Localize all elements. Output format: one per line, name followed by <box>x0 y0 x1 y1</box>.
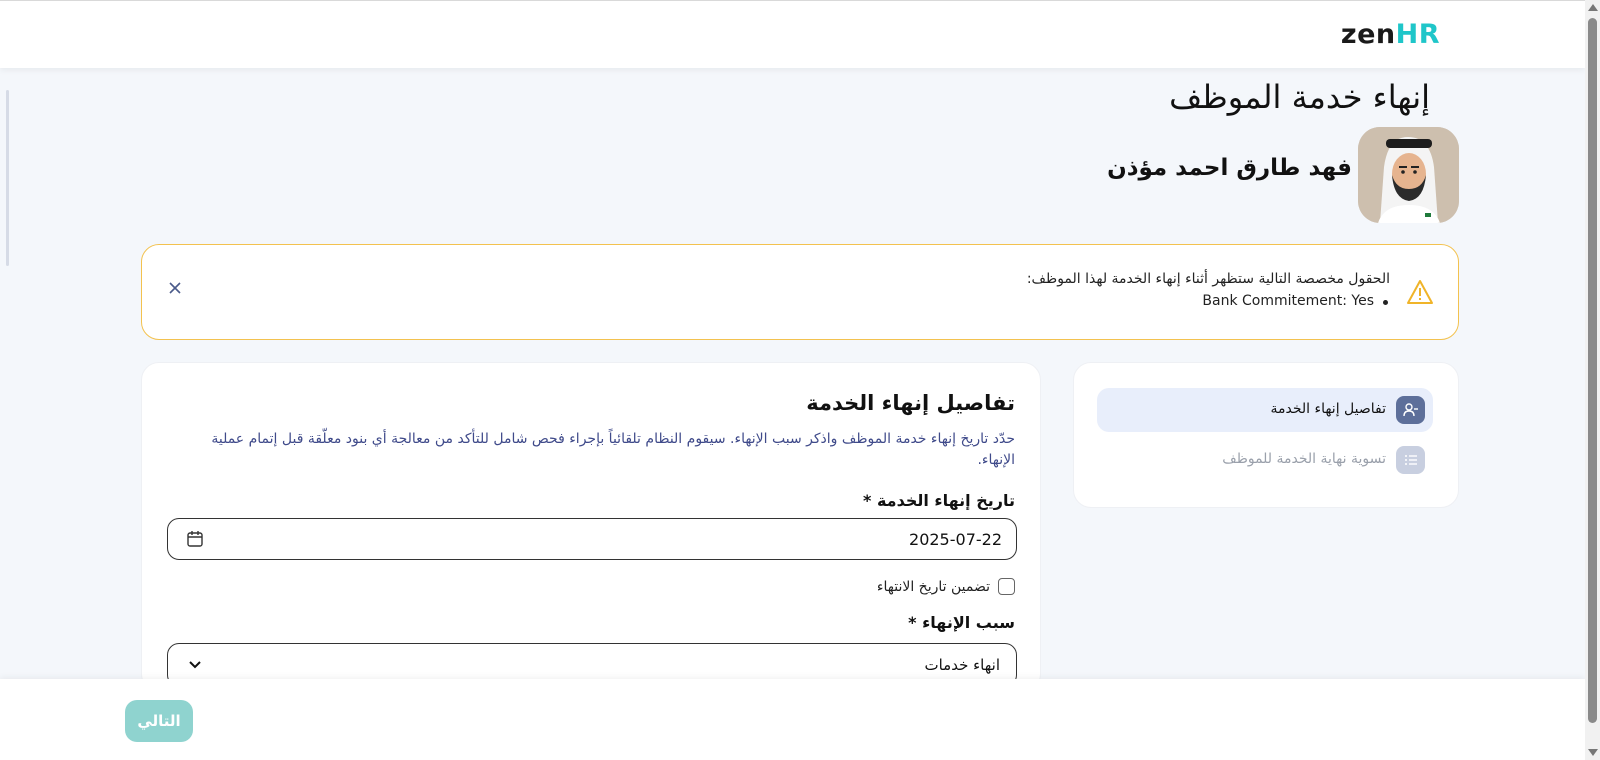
reason-field-label: سبب الإنهاء * <box>908 613 1015 632</box>
reason-value: انهاء خدمات <box>924 656 1000 674</box>
top-header: zenHR <box>0 0 1585 68</box>
termination-form-card: تفاصيل إنهاء الخدمة حدّد تاريخ إنهاء خدم… <box>141 362 1041 692</box>
chevron-down-icon <box>189 661 201 669</box>
alert-list: Bank Commitement: Yes <box>1027 293 1390 309</box>
section-description: حدّد تاريخ إنهاء خدمة الموظف واذكر سبب ا… <box>211 431 1015 468</box>
date-field-label: تاريخ إنهاء الخدمة * <box>863 491 1015 510</box>
step-termination-details[interactable]: تفاصيل إنهاء الخدمة <box>1097 388 1433 432</box>
step-end-of-service-settlement[interactable]: تسوية نهاية الخدمة للموظف <box>1097 438 1433 482</box>
page-title: إنهاء خدمة الموظف <box>1169 78 1430 116</box>
date-label-text: تاريخ إنهاء الخدمة <box>876 491 1015 510</box>
reason-label-text: سبب الإنهاء <box>922 613 1015 632</box>
required-mark: * <box>863 491 872 510</box>
warning-icon <box>1407 280 1433 304</box>
page-scrollbar[interactable] <box>1585 0 1600 760</box>
employee-avatar <box>1358 127 1459 223</box>
required-mark: * <box>908 613 917 632</box>
left-scroll-indicator <box>6 90 9 266</box>
step-label: تسوية نهاية الخدمة للموظف <box>1222 451 1386 467</box>
step-label: تفاصيل إنهاء الخدمة <box>1270 401 1387 417</box>
employee-name: فهد طارق احمد مؤذن <box>1107 155 1352 181</box>
include-end-date-row[interactable]: تضمين تاريخ الانتهاء <box>877 578 1015 595</box>
calendar-icon[interactable] <box>186 530 204 548</box>
custom-fields-alert: الحقول مخصصة التالية ستظهر أثناء إنهاء ا… <box>141 244 1459 340</box>
scrollbar-thumb[interactable] <box>1588 18 1597 723</box>
alert-list-item: Bank Commitement: Yes <box>1027 293 1390 309</box>
termination-date-input[interactable]: 2025-07-22 <box>167 518 1017 560</box>
avatar-illustration <box>1358 127 1459 223</box>
include-end-date-label: تضمين تاريخ الانتهاء <box>876 578 990 595</box>
section-title: تفاصيل إنهاء الخدمة <box>806 391 1015 415</box>
scroll-up-arrow[interactable] <box>1588 4 1598 11</box>
list-icon <box>1396 446 1425 474</box>
scroll-down-arrow[interactable] <box>1588 749 1598 756</box>
alert-message: الحقول مخصصة التالية ستظهر أثناء إنهاء ا… <box>1027 271 1390 309</box>
date-value: 2025-07-22 <box>909 530 1002 549</box>
alert-text: الحقول مخصصة التالية ستظهر أثناء إنهاء ا… <box>1026 271 1390 287</box>
user-minus-icon <box>1396 396 1425 424</box>
close-icon[interactable] <box>168 281 182 295</box>
include-end-date-checkbox[interactable] <box>998 578 1015 595</box>
zenhr-logo[interactable]: zenHR <box>1341 19 1440 50</box>
footer-bar: التالي <box>0 679 1585 760</box>
steps-card: تفاصيل إنهاء الخدمة تسوية نهاية الخدمة ل… <box>1073 362 1459 508</box>
next-button[interactable]: التالي <box>125 700 193 742</box>
